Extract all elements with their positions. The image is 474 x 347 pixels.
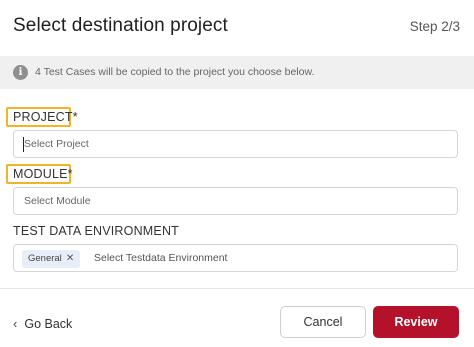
info-banner: i 4 Test Cases will be copied to the pro… <box>0 56 474 89</box>
project-placeholder: Select Project <box>24 138 89 150</box>
cancel-button[interactable]: Cancel <box>280 306 366 338</box>
dialog-title: Select destination project <box>13 15 228 36</box>
project-select[interactable]: Select Project <box>13 130 458 158</box>
environment-placeholder: Select Testdata Environment <box>94 252 228 264</box>
info-icon: i <box>13 65 28 80</box>
module-placeholder: Select Module <box>24 195 91 207</box>
review-button[interactable]: Review <box>373 306 459 338</box>
chip-label: General <box>28 253 62 264</box>
dialog-header: Select destination project Step 2/3 <box>0 0 474 52</box>
environment-select[interactable]: General ✕ Select Testdata Environment <box>13 244 458 272</box>
chevron-left-icon: ‹ <box>13 316 18 331</box>
go-back-link[interactable]: ‹ Go Back <box>13 316 72 331</box>
module-select[interactable]: Select Module <box>13 187 458 215</box>
go-back-label: Go Back <box>24 317 73 331</box>
step-indicator: Step 2/3 <box>409 19 460 34</box>
module-label: MODULE* <box>13 167 73 181</box>
info-text: 4 Test Cases will be copied to the proje… <box>35 66 315 78</box>
environment-chip-general: General ✕ <box>22 250 81 268</box>
chip-remove-icon[interactable]: ✕ <box>66 253 74 264</box>
footer-divider <box>0 288 474 289</box>
environment-label: TEST DATA ENVIRONMENT <box>13 224 180 238</box>
project-label: PROJECT* <box>13 110 78 124</box>
